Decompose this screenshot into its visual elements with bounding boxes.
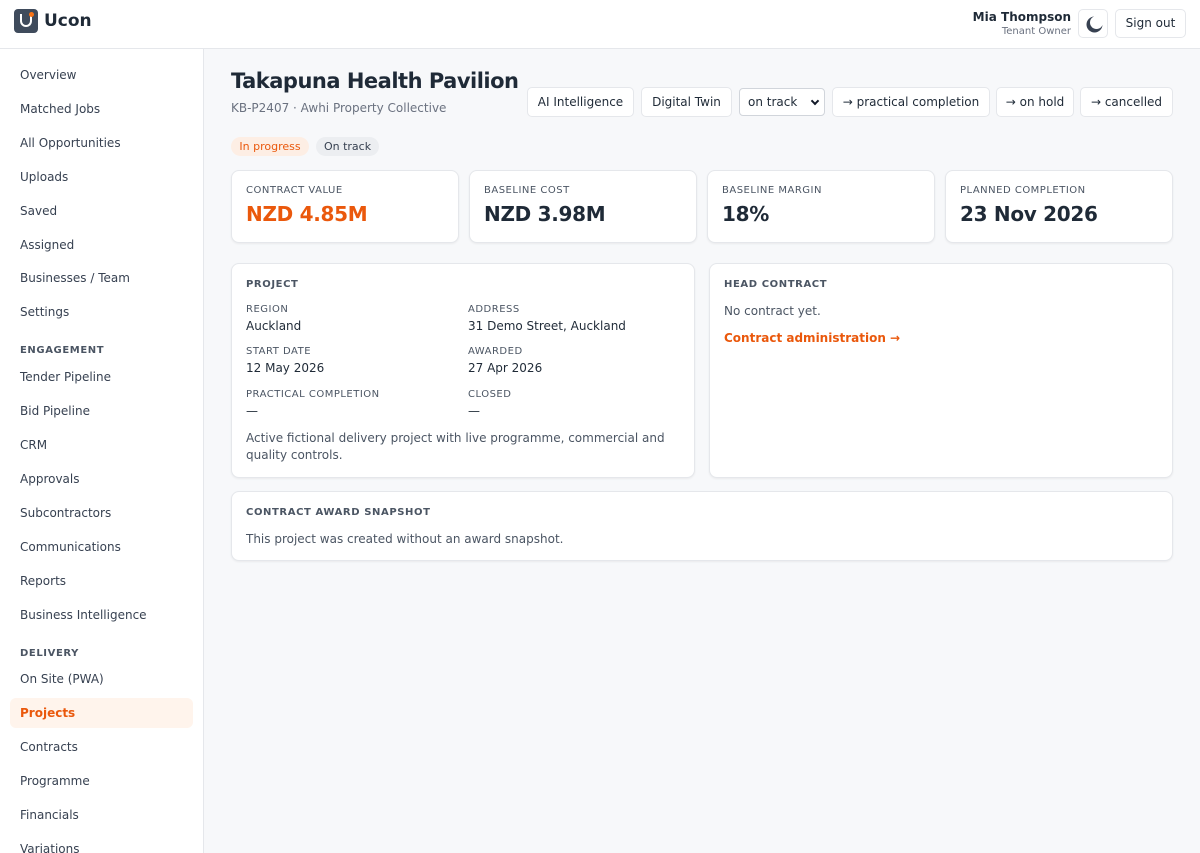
page-title: Takapuna Health Pavilion [231,69,519,93]
section-heading: HEAD CONTRACT [724,279,828,290]
sidebar-item-overview[interactable]: Overview [10,60,193,90]
awarded-value: 27 Apr 2026 [468,361,543,375]
closed-label: CLOSED [468,389,512,400]
cancelled-button[interactable]: → cancelled [1080,87,1173,117]
health-badge: On track [316,137,379,156]
theme-toggle-button[interactable] [1078,9,1108,38]
stat-label: PLANNED COMPLETION [960,185,1086,196]
stat-card-baseline-margin: BASELINE MARGIN 18% [707,170,935,243]
user-name: Mia Thompson [972,10,1071,24]
status-select[interactable]: on track [739,88,825,116]
address-value: 31 Demo Street, Auckland [468,319,626,333]
sidebar-item-variations[interactable]: Variations [10,834,193,853]
start-date-value: 12 May 2026 [246,361,325,375]
practical-completion-button[interactable]: → practical completion [832,87,990,117]
ai-intelligence-button[interactable]: AI Intelligence [527,87,634,117]
top-bar: Ucon Mia Thompson Tenant Owner Sign out [0,0,1200,49]
practical-completion-label: PRACTICAL COMPLETION [246,389,380,400]
sidebar-item-assigned[interactable]: Assigned [10,230,193,260]
digital-twin-button[interactable]: Digital Twin [641,87,732,117]
sidebar-item-on-site[interactable]: On Site (PWA) [10,664,193,694]
sidebar-item-approvals[interactable]: Approvals [10,464,193,494]
sidebar-item-tender-pipeline[interactable]: Tender Pipeline [10,362,193,392]
head-contract-card: HEAD CONTRACT No contract yet. Contract … [709,263,1173,478]
closed-value: — [468,404,480,418]
sidebar-item-crm[interactable]: CRM [10,430,193,460]
start-date-label: START DATE [246,346,312,357]
stat-card-planned-completion: PLANNED COMPLETION 23 Nov 2026 [945,170,1173,243]
sidebar-item-uploads[interactable]: Uploads [10,162,193,192]
sidebar-item-saved[interactable]: Saved [10,196,193,226]
sidebar-item-settings[interactable]: Settings [10,297,193,327]
sidebar-item-financials[interactable]: Financials [10,800,193,830]
stat-value: NZD 4.85M [246,202,368,226]
stat-label: CONTRACT VALUE [246,185,343,196]
ucon-logo-icon[interactable] [14,9,38,33]
section-heading: CONTRACT AWARD SNAPSHOT [246,507,431,518]
award-snapshot-text: This project was created without an awar… [246,532,564,546]
sidebar-item-communications[interactable]: Communications [10,532,193,562]
sidebar-item-matched-jobs[interactable]: Matched Jobs [10,94,193,124]
on-hold-button[interactable]: → on hold [996,87,1074,117]
sidebar-item-reports[interactable]: Reports [10,566,193,596]
stat-label: BASELINE MARGIN [722,185,822,196]
region-value: Auckland [246,319,302,333]
project-subtitle: KB-P2407 · Awhi Property Collective [231,101,447,115]
sign-out-button[interactable]: Sign out [1115,9,1186,38]
stat-value: 18% [722,202,769,226]
no-contract-text: No contract yet. [724,304,821,318]
sidebar-item-projects[interactable]: Projects [10,698,193,728]
sidebar-item-subcontractors[interactable]: Subcontractors [10,498,193,528]
region-label: REGION [246,304,289,315]
user-role: Tenant Owner [1001,26,1071,37]
app-name[interactable]: Ucon [44,11,92,31]
sidebar-item-programme[interactable]: Programme [10,766,193,796]
chevron-down-icon [810,96,820,106]
address-label: ADDRESS [468,304,520,315]
stat-card-baseline-cost: BASELINE COST NZD 3.98M [469,170,697,243]
stat-card-contract-value: CONTRACT VALUE NZD 4.85M [231,170,459,243]
sidebar-item-bid-pipeline[interactable]: Bid Pipeline [10,396,193,426]
sidebar: Overview Matched Jobs All Opportunities … [0,49,204,853]
sidebar-item-businesses-team[interactable]: Businesses / Team [10,263,193,293]
sidebar-section-engagement: ENGAGEMENT [20,345,105,356]
project-description: Active fictional delivery project with l… [246,431,665,462]
awarded-label: AWARDED [468,346,523,357]
moon-icon [1090,16,1103,29]
stat-value: NZD 3.98M [484,202,606,226]
section-heading: PROJECT [246,279,299,290]
sidebar-section-delivery: DELIVERY [20,648,79,659]
contract-administration-link[interactable]: Contract administration → [724,331,900,345]
project-details-card: PROJECT REGION Auckland ADDRESS 31 Demo … [231,263,695,478]
sidebar-item-business-intelligence[interactable]: Business Intelligence [10,600,193,630]
sidebar-item-all-opportunities[interactable]: All Opportunities [10,128,193,158]
stat-value: 23 Nov 2026 [960,202,1098,226]
practical-completion-value: — [246,404,258,418]
status-badge: In progress [231,137,309,156]
status-select-value: on track [748,95,798,109]
sidebar-item-contracts[interactable]: Contracts [10,732,193,762]
stat-label: BASELINE COST [484,185,570,196]
award-snapshot-card: CONTRACT AWARD SNAPSHOT This project was… [231,491,1173,561]
